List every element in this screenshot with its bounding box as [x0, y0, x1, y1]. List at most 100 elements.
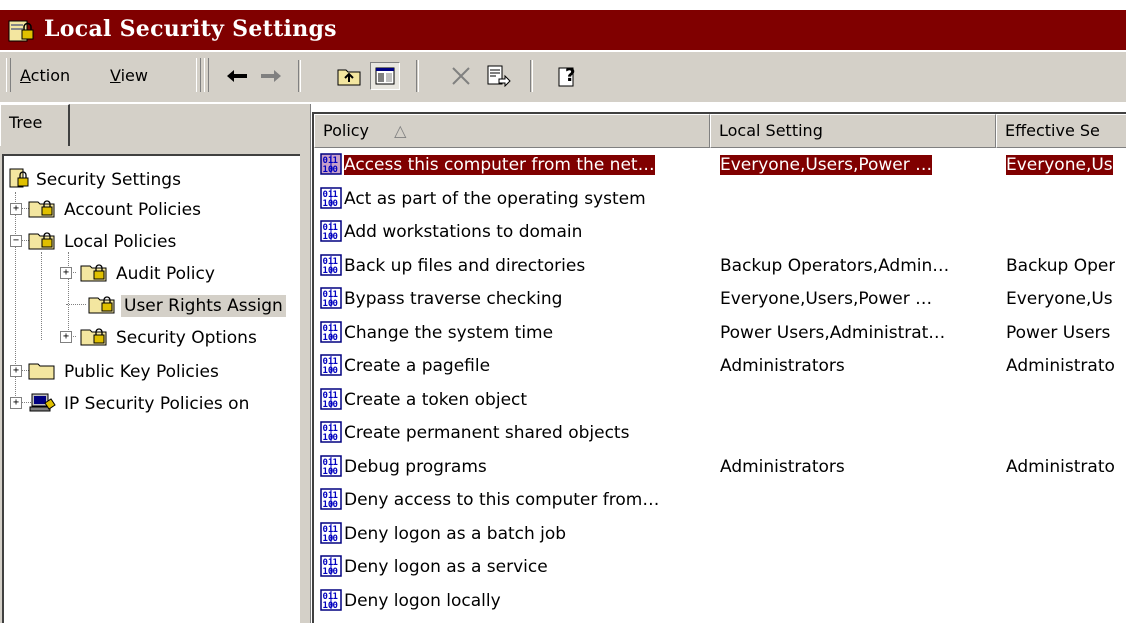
- policy-folder-icon: [80, 326, 110, 351]
- policy-name: Back up files and directories: [344, 255, 586, 276]
- policy-row[interactable]: 01 10 1 0 Create a pagefile Administrator…: [314, 351, 1126, 381]
- tree-item-ip-security-policies[interactable]: IP Security Policies on: [28, 390, 249, 418]
- expand-plus-icon[interactable]: +: [10, 397, 22, 409]
- policy-binary-icon: 01 10 1 0: [320, 320, 342, 348]
- toolbar-grip-2[interactable]: [196, 58, 201, 92]
- policy-row[interactable]: 01 10 1 0 Bypass traverse checking Everyo…: [314, 284, 1126, 314]
- tree-item-local-policies[interactable]: Local Policies: [28, 228, 176, 256]
- policy-name: Deny logon locally: [344, 590, 501, 611]
- window-title: Local Security Settings: [44, 16, 337, 42]
- policy-name: Add workstations to domain: [344, 222, 583, 242]
- svg-text:0: 0: [333, 400, 338, 410]
- policy-name: Debug programs: [344, 456, 487, 477]
- folder-icon: [28, 360, 58, 385]
- policy-binary-icon: 01 10 1 0: [320, 555, 342, 582]
- expand-plus-icon[interactable]: +: [60, 331, 72, 343]
- back-arrow-icon[interactable]: [222, 62, 252, 90]
- export-list-icon[interactable]: [484, 62, 514, 90]
- svg-text:?: ?: [565, 65, 575, 86]
- policy-binary-icon: 01 10 1 0: [320, 354, 342, 381]
- effective-setting-value: Everyone,Us: [1006, 289, 1113, 309]
- svg-text:0: 0: [333, 266, 338, 276]
- policy-binary-icon: 01 10 1 0: [320, 454, 342, 482]
- policy-folder-icon: [28, 198, 58, 223]
- local-setting-value: Administrators: [720, 456, 845, 477]
- effective-setting-value: Everyone,Us: [1006, 155, 1113, 175]
- local-setting-value: Everyone,Users,Power …: [720, 155, 933, 175]
- policy-binary-icon: 01 10 1 0: [320, 421, 342, 448]
- policy-row[interactable]: 01 10 1 0 Debug programs Administrators Ad…: [314, 452, 1126, 482]
- tree-view[interactable]: Security Settings + Account Policies − L…: [2, 154, 300, 623]
- policy-folder-icon: [28, 230, 58, 255]
- help-icon[interactable]: ?: [554, 62, 584, 90]
- tree-item-account-policies[interactable]: Account Policies: [28, 196, 201, 224]
- svg-text:0: 0: [333, 534, 338, 544]
- policy-binary-icon: 01 10 1 0: [320, 387, 342, 415]
- expand-plus-icon[interactable]: +: [60, 267, 72, 279]
- ip-security-icon: [28, 391, 58, 418]
- expand-plus-icon[interactable]: +: [10, 365, 22, 377]
- pane-splitter[interactable]: [302, 104, 311, 623]
- policy-row[interactable]: 01 10 1 0 Create permanent shared object…: [314, 418, 1126, 448]
- svg-text:0: 0: [333, 199, 338, 209]
- policy-name: Change the system time: [344, 322, 554, 343]
- policy-name: Access this computer from the net…: [344, 155, 655, 175]
- tree-item-public-key-policies[interactable]: Public Key Policies: [28, 358, 219, 386]
- tab-tree[interactable]: Tree: [0, 104, 70, 146]
- effective-setting-value: Power Users: [1006, 322, 1111, 343]
- policy-name: Deny access to this computer from…: [344, 490, 660, 510]
- policy-row[interactable]: 01 10 1 0 Deny logon locally: [314, 586, 1126, 616]
- tree-item-security-settings[interactable]: Security Settings: [8, 166, 181, 194]
- menu-view[interactable]: View: [110, 66, 148, 85]
- svg-text:0: 0: [333, 601, 338, 611]
- local-security-settings-icon: [8, 19, 36, 48]
- local-setting-value: Power Users,Administrat…: [720, 322, 946, 343]
- policy-row[interactable]: 01 10 1 0 Change the system time Power Us…: [314, 318, 1126, 348]
- svg-text:0: 0: [333, 333, 338, 343]
- column-header-policy[interactable]: Policy △: [314, 114, 710, 148]
- policy-row[interactable]: 01 10 1 0 Deny logon as a service: [314, 552, 1126, 582]
- policy-binary-icon: 01 10 1 0: [320, 253, 342, 281]
- expand-plus-icon[interactable]: +: [10, 203, 22, 215]
- delete-icon: [446, 62, 476, 90]
- effective-setting-value: Backup Oper: [1006, 255, 1116, 276]
- svg-text:0: 0: [333, 433, 338, 443]
- up-folder-icon[interactable]: [334, 62, 364, 90]
- sort-ascending-icon: △: [394, 121, 407, 140]
- policy-row[interactable]: 01 10 1 0 Add workstations to domain: [314, 217, 1126, 247]
- tree-pane: Tree Security Settings + Account Policie…: [0, 104, 302, 623]
- policy-row[interactable]: 01 10 1 0 Deny logon as a batch job: [314, 519, 1126, 549]
- menu-action[interactable]: Action: [20, 66, 70, 85]
- policy-name: Deny logon as a service: [344, 557, 548, 577]
- policy-row[interactable]: 01 10 1 0 Access this computer from the …: [314, 150, 1126, 180]
- collapse-minus-icon[interactable]: −: [10, 235, 22, 247]
- policy-binary-icon: 01 10 1 0: [320, 287, 342, 314]
- local-setting-value: Backup Operators,Admin…: [720, 255, 950, 276]
- column-header-local-setting[interactable]: Local Setting: [710, 114, 996, 148]
- policy-row[interactable]: 01 10 1 0 Deny access to this computer f…: [314, 485, 1126, 515]
- policy-list-view: Policy △ Local Setting Effective Se 01 1…: [312, 112, 1126, 623]
- svg-text:0: 0: [333, 299, 338, 309]
- title-bar: Local Security Settings: [0, 10, 1126, 50]
- tree-item-security-options[interactable]: Security Options: [80, 324, 257, 352]
- local-setting-value: Everyone,Users,Power …: [720, 289, 933, 309]
- policy-binary-icon: 01 10 1 0: [320, 588, 342, 616]
- tree-item-user-rights-assignment[interactable]: User Rights Assign: [88, 292, 286, 320]
- policy-row[interactable]: 01 10 1 0 Back up files and directories B…: [314, 251, 1126, 281]
- svg-text:0: 0: [333, 500, 338, 510]
- show-hide-tree-icon[interactable]: [370, 62, 400, 90]
- policy-name: Act as part of the operating system: [344, 188, 646, 209]
- toolbar-grip[interactable]: [6, 58, 11, 92]
- toolbar-separator-3: [530, 60, 533, 92]
- policy-binary-icon: 01 10 1 0: [320, 186, 342, 214]
- column-header-effective-setting[interactable]: Effective Se: [996, 114, 1126, 148]
- local-setting-value: Administrators: [720, 356, 845, 376]
- svg-text:0: 0: [333, 366, 338, 376]
- effective-setting-value: Administrato: [1006, 356, 1115, 376]
- policy-row[interactable]: 01 10 1 0 Act as part of the operating s…: [314, 184, 1126, 214]
- policy-name: Create a token object: [344, 389, 528, 410]
- policy-row[interactable]: 01 10 1 0 Create a token object: [314, 385, 1126, 415]
- tree-item-audit-policy[interactable]: Audit Policy: [80, 260, 215, 288]
- toolbar-grip-3[interactable]: [204, 58, 209, 92]
- policy-binary-icon: 01 10 1 0: [320, 220, 342, 247]
